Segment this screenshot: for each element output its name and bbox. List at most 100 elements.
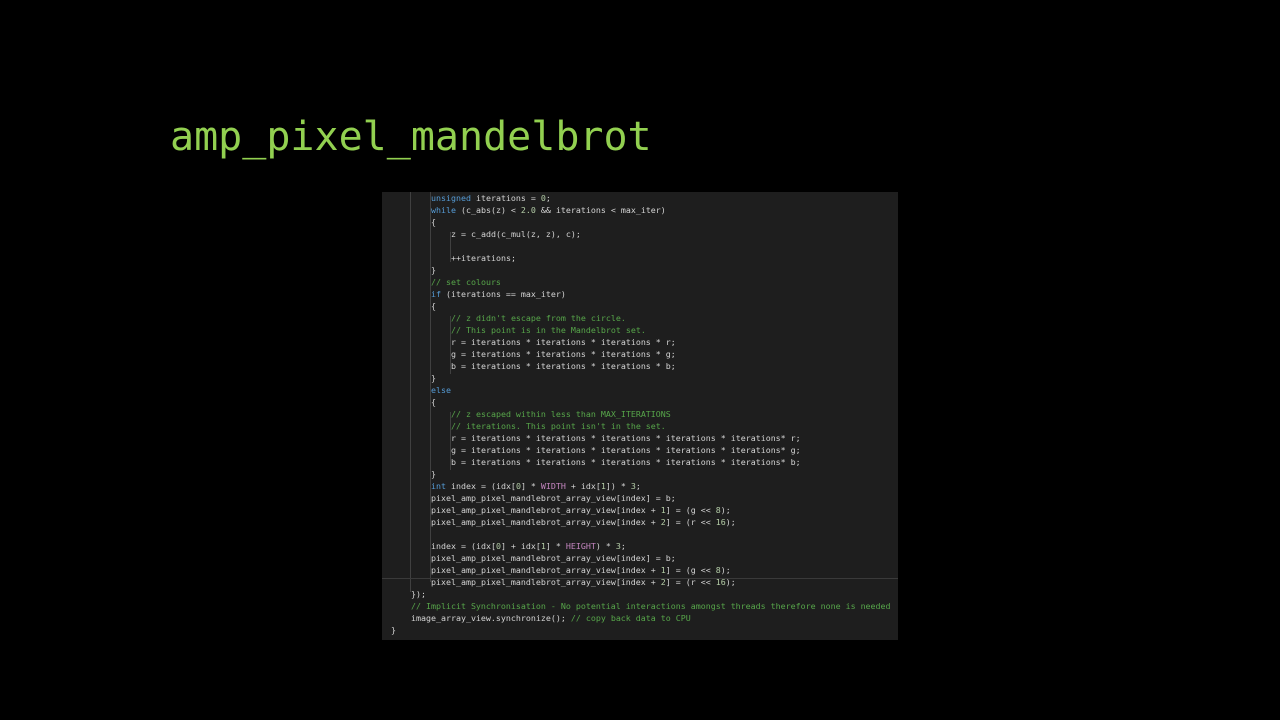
- code-token-text: g = iterations * iterations * iterations…: [451, 445, 801, 455]
- code-token-text: );: [720, 565, 731, 575]
- code-token-text: }: [431, 373, 436, 383]
- code-token-text: {: [431, 217, 436, 227]
- code-token-comment: // z escaped within less than MAX_ITERAT…: [451, 409, 671, 419]
- code-token-text: }: [431, 469, 436, 479]
- code-token-number: 16: [715, 517, 726, 527]
- code-token-keyword: if: [431, 289, 441, 299]
- code-token-text: ] = (r <<: [665, 577, 716, 587]
- code-line: ++iterations;: [451, 252, 516, 264]
- code-line: z = c_add(c_mul(z, z), c);: [451, 228, 581, 240]
- code-token-text: ] = (r <<: [665, 517, 716, 527]
- code-line: // set colours: [431, 276, 501, 288]
- code-line: pixel_amp_pixel_mandlebrot_array_view[in…: [431, 552, 676, 564]
- code-line: // z didn't escape from the circle.: [451, 312, 626, 324]
- code-token-text: ] = (g <<: [665, 505, 716, 515]
- code-token-keyword: while: [431, 205, 456, 215]
- code-line: r = iterations * iterations * iterations…: [451, 336, 676, 348]
- code-token-comment: // This point is in the Mandelbrot set.: [451, 325, 646, 335]
- code-token-text: g = iterations * iterations * iterations…: [451, 349, 676, 359]
- code-token-text: + idx[: [565, 481, 601, 491]
- code-token-text: iterations =: [470, 193, 541, 203]
- code-token-text: {: [431, 397, 436, 407]
- code-token-text: );: [720, 505, 731, 515]
- code-token-macro: WIDTH: [540, 481, 566, 491]
- code-line: r = iterations * iterations * iterations…: [451, 432, 801, 444]
- code-token-text: ] *: [545, 541, 566, 551]
- code-line: pixel_amp_pixel_mandlebrot_array_view[in…: [431, 564, 731, 576]
- code-token-number: 16: [715, 577, 726, 587]
- code-line: // iterations. This point isn't in the s…: [451, 420, 666, 432]
- code-token-number: 2.0: [520, 205, 536, 215]
- code-token-text: image_array_view.synchronize();: [411, 613, 571, 623]
- code-line: else: [431, 384, 451, 396]
- code-token-keyword: else: [431, 385, 451, 395]
- code-token-text: ;: [635, 481, 641, 491]
- code-token-text: }: [431, 265, 436, 275]
- code-line: while (c_abs(z) < 2.0 && iterations < ma…: [431, 204, 666, 216]
- code-token-text: r = iterations * iterations * iterations…: [451, 433, 801, 443]
- code-line: // Implicit Synchronisation - No potenti…: [411, 600, 891, 612]
- code-token-text: index = (idx[: [431, 541, 496, 551]
- code-editor-panel[interactable]: unsigned iterations = 0; while (c_abs(z) …: [382, 192, 898, 640]
- code-token-text: && iterations < max_iter): [535, 205, 666, 215]
- code-line: g = iterations * iterations * iterations…: [451, 348, 676, 360]
- code-line: pixel_amp_pixel_mandlebrot_array_view[in…: [431, 516, 736, 528]
- code-token-comment: // iterations. This point isn't in the s…: [451, 421, 666, 431]
- code-token-text: pixel_amp_pixel_mandlebrot_array_view[in…: [431, 565, 661, 575]
- code-token-text: (iterations == max_iter): [441, 289, 566, 299]
- code-line: }: [431, 372, 436, 384]
- code-line: {: [431, 396, 436, 408]
- code-line: if (iterations == max_iter): [431, 288, 566, 300]
- code-line: }: [431, 468, 436, 480]
- code-token-text: ]) *: [605, 481, 631, 491]
- code-token-text: pixel_amp_pixel_mandlebrot_array_view[in…: [431, 493, 676, 503]
- code-token-text: pixel_amp_pixel_mandlebrot_array_view[in…: [431, 577, 661, 587]
- code-token-text: );: [725, 517, 736, 527]
- code-token-macro: HEIGHT: [565, 541, 596, 551]
- indent-guide: [410, 192, 411, 592]
- code-line: int index = (idx[0] * WIDTH + idx[1]) * …: [431, 480, 641, 492]
- code-line: index = (idx[0] + idx[1] * HEIGHT) * 3;: [431, 540, 626, 552]
- code-token-text: ] + idx[: [500, 541, 541, 551]
- code-line: // z escaped within less than MAX_ITERAT…: [451, 408, 671, 420]
- code-token-comment: // set colours: [431, 277, 501, 287]
- code-token-text: }: [391, 625, 396, 635]
- code-line: }: [391, 624, 396, 636]
- code-token-keyword: unsigned: [431, 193, 471, 203]
- code-token-text: pixel_amp_pixel_mandlebrot_array_view[in…: [431, 517, 661, 527]
- code-token-text: index = (idx[: [446, 481, 516, 491]
- code-token-text: });: [411, 589, 426, 599]
- code-line: pixel_amp_pixel_mandlebrot_array_view[in…: [431, 492, 676, 504]
- code-line: b = iterations * iterations * iterations…: [451, 456, 801, 468]
- code-line: // This point is in the Mandelbrot set.: [451, 324, 646, 336]
- code-token-text: (c_abs(z) <: [455, 205, 521, 215]
- code-token-text: );: [725, 577, 736, 587]
- slide: amp_pixel_mandelbrot unsigned iterations…: [0, 0, 1280, 720]
- code-token-text: {: [431, 301, 436, 311]
- slide-title: amp_pixel_mandelbrot: [170, 114, 652, 160]
- code-token-comment: // copy back data to CPU: [570, 613, 691, 623]
- code-line: image_array_view.synchronize(); // copy …: [411, 612, 691, 624]
- code-token-text: ] *: [520, 481, 541, 491]
- code-token-text: ) *: [595, 541, 616, 551]
- code-token-text: pixel_amp_pixel_mandlebrot_array_view[in…: [431, 553, 676, 563]
- code-token-text: z = c_add(c_mul(z, z), c);: [451, 229, 581, 239]
- code-line: unsigned iterations = 0;: [431, 192, 551, 204]
- code-token-comment: // z didn't escape from the circle.: [451, 313, 626, 323]
- code-token-text: ;: [620, 541, 626, 551]
- code-token-text: ] = (g <<: [665, 565, 716, 575]
- code-line: g = iterations * iterations * iterations…: [451, 444, 801, 456]
- code-line: {: [431, 216, 436, 228]
- code-token-text: r = iterations * iterations * iterations…: [451, 337, 676, 347]
- code-line: {: [431, 300, 436, 312]
- code-line: pixel_amp_pixel_mandlebrot_array_view[in…: [431, 504, 731, 516]
- code-line: pixel_amp_pixel_mandlebrot_array_view[in…: [431, 576, 736, 588]
- code-token-text: pixel_amp_pixel_mandlebrot_array_view[in…: [431, 505, 661, 515]
- code-token-text: b = iterations * iterations * iterations…: [451, 361, 676, 371]
- code-token-text: ;: [545, 193, 551, 203]
- code-line: });: [411, 588, 426, 600]
- code-line: b = iterations * iterations * iterations…: [451, 360, 676, 372]
- code-token-comment: // Implicit Synchronisation - No potenti…: [411, 601, 891, 611]
- code-line: }: [431, 264, 436, 276]
- code-token-text: ++iterations;: [451, 253, 516, 263]
